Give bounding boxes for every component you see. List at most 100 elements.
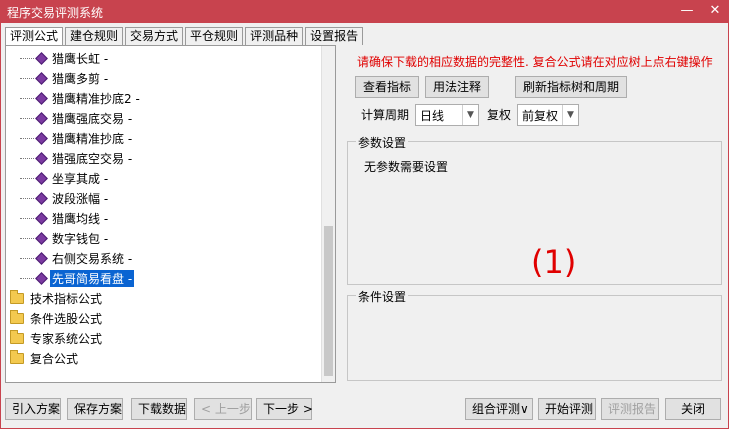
tab-report-settings[interactable]: 设置报告 [305,27,364,45]
tree-leaf[interactable]: 猎鹰多剪 - [20,68,110,88]
tree-leaf-label: 猎鹰精准抄底 - [52,131,133,146]
folder-icon [10,309,24,324]
formula-icon [36,133,46,143]
tree-leaf[interactable]: 猎强底空交易 - [20,148,134,168]
tree-leaf-label: 波段涨幅 - [52,191,109,206]
tree-leaf-selected[interactable]: 先哥简易看盘 - [20,268,135,288]
tree-leaf-label: 数字钱包 - [52,231,109,246]
bottom-toolbar: 引入方案 保存方案 下载数据 < 上一步 下一步 > 组合评测∨ 开始评测 评测… [1,396,728,426]
prev-step-button[interactable]: < 上一步 [194,398,252,420]
tree-folder-label: 技术指标公式 [30,291,103,306]
folder-icon [10,329,24,344]
tree-leaf[interactable]: 右侧交易系统 - [20,248,134,268]
tree-leaf[interactable]: 猎鹰强底交易 - [20,108,134,128]
annotation-marker: (1) [531,243,577,281]
formula-icon [36,193,46,203]
window-controls: — ✕ [680,3,722,18]
close-icon[interactable]: ✕ [708,3,722,18]
close-button[interactable]: 关闭 [665,398,721,420]
tree-folder[interactable]: 条件选股公式 [10,308,104,328]
tree-leaf[interactable]: 猎鹰精准抄底 - [20,128,134,148]
refresh-tree-button[interactable]: 刷新指标树和周期 [515,76,627,98]
tree-connector [20,57,34,59]
formula-icon [36,153,46,163]
period-value: 日线 [420,108,445,123]
start-eval-button[interactable]: 开始评测 [538,398,596,420]
tree-leaf-label: 猎鹰长虹 - [52,51,109,66]
tree-connector [20,197,34,199]
tree-leaf-label: 右侧交易系统 - [52,251,133,266]
tree-leaf-label: 坐享其成 - [52,171,109,186]
tree-connector [20,137,34,139]
next-step-button[interactable]: 下一步 > [256,398,313,420]
tree-folder[interactable]: 技术指标公式 [10,288,104,308]
save-plan-button[interactable]: 保存方案 [67,398,123,420]
chevron-down-icon: ▼ [462,105,478,125]
tree-leaf[interactable]: 猎鹰长虹 - [20,48,110,68]
chevron-down-icon: ▼ [562,105,578,125]
tree-leaf-label: 猎鹰均线 - [52,211,109,226]
folder-icon [10,349,24,364]
formula-icon [36,253,46,263]
minimize-icon[interactable]: — [680,3,694,18]
import-plan-button[interactable]: 引入方案 [5,398,61,420]
tab-exit-rules[interactable]: 平仓规则 [185,27,244,45]
eval-report-button[interactable]: 评测报告 [601,398,659,420]
tree-leaf-label: 猎鹰多剪 - [52,71,109,86]
period-label: 计算周期 [361,108,410,122]
formula-tree: 猎鹰长虹 - 猎鹰多剪 - 猎鹰精准抄底2 - 猎鹰强底交易 - 猎鹰精准抄底 … [5,45,336,383]
rights-select[interactable]: 前复权 ▼ [517,104,579,126]
formula-icon [36,53,46,63]
tree-leaf-label: 先哥简易看盘 - [50,269,135,287]
tree-connector [20,237,34,239]
tree-leaf-label: 猎鹰精准抄底2 - [52,91,140,106]
data-integrity-notice: 请确保下载的相应数据的完整性. 复合公式请在对应树上点右键操作 [357,55,713,69]
tree-connector [20,217,34,219]
period-select[interactable]: 日线 ▼ [415,104,479,126]
view-indicator-button[interactable]: 查看指标 [355,76,419,98]
tree-folder-label: 条件选股公式 [30,311,103,326]
params-legend: 参数设置 [356,134,409,151]
title-bar: 程序交易评测系统 — ✕ [1,1,728,23]
tree-folder-label: 专家系统公式 [30,331,103,346]
tab-eval-symbols[interactable]: 评测品种 [245,27,304,45]
params-text: 无参数需要设置 [364,160,449,174]
tree-folder[interactable]: 专家系统公式 [10,328,104,348]
tree-leaf[interactable]: 坐享其成 - [20,168,110,188]
tree-connector [20,277,34,279]
formula-icon [36,173,46,183]
tree-leaf[interactable]: 数字钱包 - [20,228,110,248]
window-title: 程序交易评测系统 [7,5,104,20]
tree-leaf[interactable]: 猎鹰精准抄底2 - [20,88,142,108]
tree-leaf[interactable]: 猎鹰均线 - [20,208,110,228]
tree-leaf[interactable]: 波段涨幅 - [20,188,110,208]
usage-note-button[interactable]: 用法注释 [425,76,489,98]
tab-trade-mode[interactable]: 交易方式 [125,27,184,45]
formula-icon [36,273,46,283]
download-data-button[interactable]: 下载数据 [131,398,187,420]
tree-folder[interactable]: 复合公式 [10,348,80,368]
scroll-thumb[interactable] [324,226,333,376]
tree-connector [20,97,34,99]
settings-panel: 请确保下载的相应数据的完整性. 复合公式请在对应树上点右键操作 查看指标 用法注… [339,45,724,383]
tree-connector [20,157,34,159]
rights-value: 前复权 [522,108,559,123]
tree-scrollbar[interactable] [321,46,335,382]
conditions-group: 条件设置 [347,288,722,381]
conditions-legend: 条件设置 [356,288,409,305]
tree-connector [20,77,34,79]
tab-eval-formula[interactable]: 评测公式 [5,27,64,46]
rights-label: 复权 [487,108,512,122]
formula-icon [36,233,46,243]
formula-icon [36,113,46,123]
tree-leaf-label: 猎鹰强底交易 - [52,111,133,126]
formula-icon [36,93,46,103]
formula-icon [36,213,46,223]
tab-entry-rules[interactable]: 建仓规则 [65,27,124,45]
formula-icon [36,73,46,83]
main-window: 程序交易评测系统 — ✕ 评测公式 建仓规则 交易方式 平仓规则 评测品种 设置… [0,0,729,429]
tree-connector [20,257,34,259]
combo-eval-button[interactable]: 组合评测∨ [465,398,533,420]
folder-icon [10,289,24,304]
tree-connector [20,117,34,119]
